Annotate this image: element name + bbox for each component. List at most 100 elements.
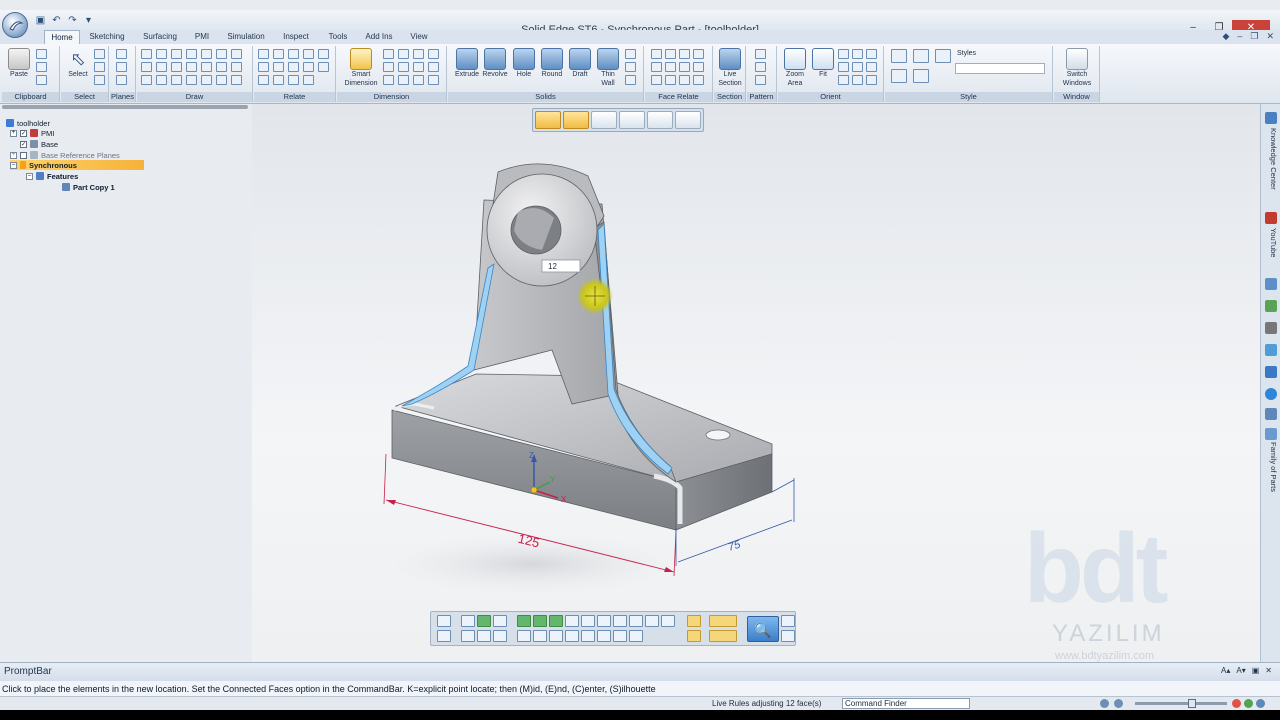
visible-edges-icon[interactable] (477, 615, 491, 627)
orient-more-icon[interactable] (866, 75, 877, 85)
text-icon[interactable] (428, 62, 439, 72)
styles-dropdown[interactable] (955, 63, 1045, 74)
line-icon[interactable] (141, 49, 152, 59)
rectangular-pattern-icon[interactable] (755, 49, 766, 59)
thin-wall-button[interactable]: Thin Wall (593, 48, 623, 88)
part-painter-icon[interactable] (891, 69, 907, 83)
outline-view-icon[interactable] (477, 630, 491, 642)
dimension-more-icon[interactable] (428, 75, 439, 85)
select-button[interactable]: ⬁ Select (63, 48, 93, 79)
arc-icon[interactable] (171, 49, 182, 59)
youtube-tab[interactable]: YouTube (1264, 228, 1278, 268)
knowledge-center-tab[interactable]: Knowledge Center (1264, 128, 1278, 198)
chamfer-dimension-icon[interactable] (413, 62, 424, 72)
face-aligned-icon[interactable] (679, 62, 690, 72)
face-parallel-icon[interactable] (665, 49, 676, 59)
copy-face-icon[interactable] (619, 111, 645, 129)
cut-icon[interactable] (36, 49, 47, 59)
spin-about-icon[interactable] (852, 62, 863, 72)
tangent-arc-icon[interactable] (156, 62, 167, 72)
look-at-face-icon[interactable] (866, 62, 877, 72)
rotate-icon[interactable] (216, 75, 227, 85)
view-slider-bottom-icon[interactable] (709, 630, 737, 642)
pmi-table-icon[interactable] (413, 75, 424, 85)
view-orient-icon[interactable] (866, 49, 877, 59)
symmetric-diameter-icon[interactable] (383, 62, 394, 72)
plane-offset-icon[interactable] (116, 75, 127, 85)
relationship-assistant-icon[interactable] (318, 49, 329, 59)
rotate-face-icon[interactable] (591, 111, 617, 129)
parallel-icon[interactable] (273, 62, 284, 72)
smart-dimension-button[interactable]: Smart Dimension (341, 48, 381, 88)
pin-icon[interactable]: ▣ (1252, 666, 1260, 675)
hole-button[interactable]: Hole (509, 48, 539, 79)
dim-75-text[interactable]: 75 (727, 538, 743, 553)
connected-faces-icon[interactable] (563, 111, 589, 129)
round-button[interactable]: Round (537, 48, 567, 79)
tools-icon[interactable] (1265, 322, 1277, 334)
restore-doc-icon[interactable]: ❐ (1250, 31, 1258, 42)
perspective-icon[interactable] (645, 615, 659, 627)
yz-view-icon[interactable] (565, 615, 579, 627)
sketch-circle-icon[interactable] (186, 49, 197, 59)
view-options-icon[interactable] (781, 615, 795, 627)
variable-table-icon[interactable] (383, 75, 394, 85)
xy-view-icon[interactable] (533, 615, 547, 627)
polygon-icon[interactable] (156, 75, 167, 85)
right-view-icon[interactable] (581, 630, 595, 642)
sketch-view-icon[interactable] (613, 615, 627, 627)
face-offset-icon[interactable] (651, 75, 662, 85)
extrude-button[interactable]: Extrude (452, 48, 482, 79)
paste-button[interactable]: Paste (4, 48, 34, 79)
wireframe-icon[interactable] (935, 49, 951, 63)
zoom-icon[interactable] (838, 49, 849, 59)
section-view-icon[interactable] (629, 615, 643, 627)
face-relate-more-icon[interactable] (693, 75, 704, 85)
switch-windows-button[interactable]: Switch Windows (1058, 48, 1096, 88)
graphics-display-icon[interactable] (687, 630, 701, 642)
collapse-icon[interactable]: – (26, 172, 33, 180)
tab-home[interactable]: Home (44, 30, 80, 45)
face-perpendicular-icon[interactable] (679, 49, 690, 59)
sculpt-icon[interactable] (687, 615, 701, 627)
select-options-icon[interactable] (94, 75, 105, 85)
wire-view-icon[interactable] (493, 630, 507, 642)
trim-icon[interactable] (231, 49, 242, 59)
redo-icon[interactable]: ↷ (66, 14, 79, 27)
pan-icon[interactable] (852, 49, 863, 59)
symmetric-icon[interactable] (258, 75, 269, 85)
left-view-icon[interactable] (565, 630, 579, 642)
checkbox-unchecked[interactable] (20, 151, 27, 159)
plane-icon[interactable] (116, 49, 127, 59)
named-views-icon[interactable] (852, 75, 863, 85)
rigid-set-icon[interactable] (273, 75, 284, 85)
circle-icon[interactable] (171, 62, 182, 72)
font-size-icon[interactable]: A▴ (1221, 666, 1230, 675)
face-symmetric-icon[interactable] (665, 62, 676, 72)
tree-item-base[interactable]: ✓ Base (10, 139, 58, 149)
shaded-icon[interactable] (891, 49, 907, 63)
tab-simulation[interactable]: Simulation (222, 30, 270, 44)
tree-item-synchronous[interactable]: – Synchronous (10, 160, 144, 170)
move-icon[interactable] (201, 62, 212, 72)
select-filter-icon[interactable] (94, 49, 105, 59)
reflections-icon[interactable] (613, 630, 627, 642)
view-background-icon[interactable] (661, 615, 675, 627)
refresh-view-icon[interactable] (838, 75, 849, 85)
iso-view-icon[interactable] (517, 615, 531, 627)
tangent-icon[interactable] (318, 62, 329, 72)
zoom-slider[interactable] (1135, 702, 1227, 705)
view-slider-top-icon[interactable] (709, 615, 737, 627)
prompt-close-icon[interactable]: ✕ (1265, 666, 1272, 675)
checkbox-checked[interactable]: ✓ (20, 129, 27, 137)
tab-inspect[interactable]: Inspect (276, 30, 316, 44)
layers-icon[interactable] (1265, 278, 1277, 290)
expand-icon[interactable]: + (10, 151, 17, 159)
rectangle-icon[interactable] (141, 62, 152, 72)
dimension-style-icon[interactable] (428, 49, 439, 59)
family-of-parts-icon[interactable] (1265, 428, 1277, 440)
relate-more-icon[interactable] (303, 75, 314, 85)
face-concentric-icon[interactable] (693, 49, 704, 59)
view-save-icon[interactable] (437, 630, 451, 642)
face-ground-icon[interactable] (679, 75, 690, 85)
